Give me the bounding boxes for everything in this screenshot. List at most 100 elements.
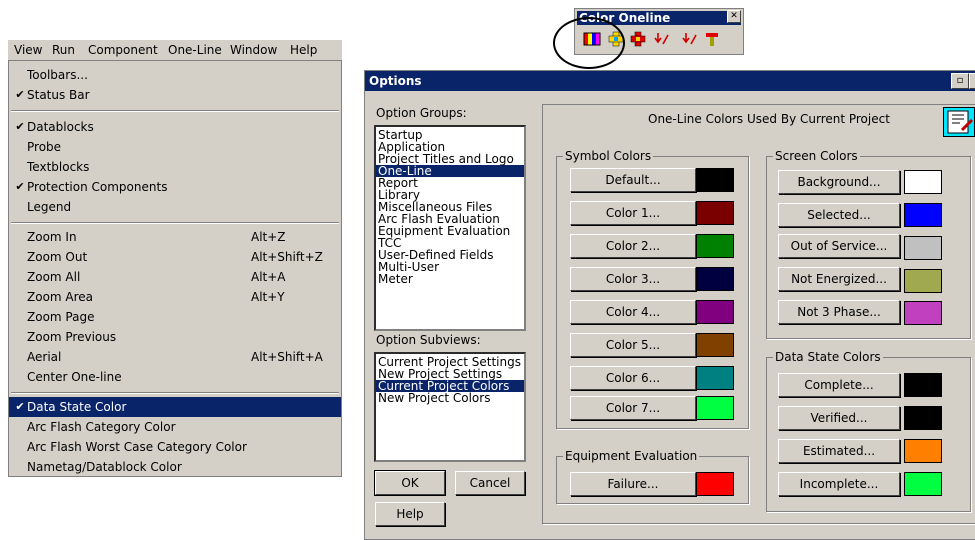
menu-window[interactable]: Window: [230, 43, 277, 57]
group-title: Equipment Evaluation: [563, 449, 700, 463]
menu-view[interactable]: View: [14, 43, 42, 57]
color-2-button[interactable]: Color 2...: [570, 234, 696, 258]
menu-item-zoom-all[interactable]: Zoom All Alt+A: [9, 267, 341, 287]
background-color-swatch: [904, 170, 942, 194]
list-item[interactable]: Meter: [376, 273, 524, 285]
tag-icon[interactable]: [701, 31, 723, 51]
ok-button[interactable]: OK: [374, 470, 446, 496]
verified-color-button[interactable]: Verified...: [778, 406, 900, 430]
menu-item-zoom-out[interactable]: Zoom Out Alt+Shift+Z: [9, 247, 341, 267]
failure-color-button[interactable]: Failure...: [570, 472, 696, 496]
menu-component[interactable]: Component: [88, 43, 158, 57]
out-of-service-color-swatch: [904, 236, 942, 260]
red-arrow-down-icon[interactable]: [651, 31, 673, 51]
option-subviews-list[interactable]: Current Project Settings New Project Set…: [374, 352, 526, 462]
panel-title: One-Line Colors Used By Current Project: [648, 112, 890, 126]
options-dialog: Options ▫ ✕ Option Groups: Startup Appli…: [364, 70, 975, 540]
color-6-button[interactable]: Color 6...: [570, 366, 696, 390]
failure-color-swatch: [696, 472, 734, 496]
option-subviews-label: Option Subviews:: [376, 333, 481, 347]
selected-color-button[interactable]: Selected...: [778, 203, 900, 227]
red-arrow-icon[interactable]: [679, 31, 701, 51]
color-6-swatch: [696, 366, 734, 390]
menu-item-zoom-page[interactable]: Zoom Page: [9, 307, 341, 327]
menu-item-arc-flash-category-color[interactable]: Arc Flash Category Color: [9, 417, 341, 437]
group-title: Data State Colors: [773, 350, 883, 364]
option-groups-list[interactable]: Startup Application Project Titles and L…: [374, 125, 526, 331]
color-settings-icon[interactable]: [943, 107, 975, 137]
menu-item-status-bar[interactable]: ✔ Status Bar: [9, 85, 341, 105]
out-of-service-color-button[interactable]: Out of Service...: [778, 234, 900, 258]
default-color-button[interactable]: Default...: [570, 168, 696, 192]
menu-separator: [11, 222, 339, 224]
help-button[interactable]: Help: [375, 502, 445, 526]
shortcut-text: Alt+Z: [251, 230, 286, 244]
check-icon: ✔: [15, 180, 25, 193]
not-energized-color-swatch: [904, 269, 942, 293]
restore-icon[interactable]: ▫: [951, 73, 969, 89]
shortcut-text: Alt+A: [251, 270, 286, 284]
check-icon: ✔: [15, 400, 25, 413]
shortcut-text: Alt+Y: [251, 290, 285, 304]
incomplete-color-swatch: [904, 472, 942, 496]
highlight-circle: [553, 17, 625, 69]
menu-separator: [11, 392, 339, 394]
menu-item-zoom-previous[interactable]: Zoom Previous: [9, 327, 341, 347]
list-item[interactable]: New Project Colors: [376, 392, 524, 404]
default-color-swatch: [696, 168, 734, 192]
shortcut-text: Alt+Shift+Z: [251, 250, 323, 264]
complete-color-swatch: [904, 373, 942, 397]
complete-color-button[interactable]: Complete...: [778, 373, 900, 397]
background-color-button[interactable]: Background...: [778, 170, 900, 194]
menu-item-data-state-color[interactable]: ✔ Data State Color: [9, 397, 341, 417]
menu-item-nametag-datablock-color[interactable]: Nametag/Datablock Color: [9, 457, 341, 477]
menu-help[interactable]: Help: [290, 43, 317, 57]
cancel-button[interactable]: Cancel: [455, 471, 525, 495]
menu-run[interactable]: Run: [52, 43, 75, 57]
selected-color-swatch: [904, 203, 942, 227]
not-3-phase-color-swatch: [904, 301, 942, 325]
color-3-button[interactable]: Color 3...: [570, 267, 696, 291]
menu-item-probe[interactable]: Probe: [9, 137, 341, 157]
color-2-swatch: [696, 234, 734, 258]
estimated-color-button[interactable]: Estimated...: [778, 439, 900, 463]
color-5-swatch: [696, 333, 734, 357]
color-7-swatch: [696, 396, 734, 420]
menu-item-center-one-line[interactable]: Center One-line: [9, 367, 341, 387]
view-menu-dropdown: Toolbars... ✔ Status Bar ✔ Datablocks Pr…: [8, 60, 342, 477]
menu-item-datablocks[interactable]: ✔ Datablocks: [9, 117, 341, 137]
estimated-color-swatch: [904, 439, 942, 463]
close-icon[interactable]: ✕: [727, 10, 741, 23]
menu-item-zoom-in[interactable]: Zoom In Alt+Z: [9, 227, 341, 247]
menu-item-protection-components[interactable]: ✔ Protection Components: [9, 177, 341, 197]
menu-item-textblocks[interactable]: Textblocks: [9, 157, 341, 177]
menu-bar: View Run Component One-Line Window Help: [8, 40, 342, 61]
shortcut-text: Alt+Shift+A: [251, 350, 323, 364]
menu-one-line[interactable]: One-Line: [168, 43, 222, 57]
cross-red-icon[interactable]: [627, 31, 649, 51]
color-7-button[interactable]: Color 7...: [570, 396, 696, 420]
menu-separator: [11, 110, 339, 112]
menu-item-legend[interactable]: Legend: [9, 197, 341, 217]
not-3-phase-color-button[interactable]: Not 3 Phase...: [778, 300, 900, 324]
menu-item-aerial[interactable]: Aerial Alt+Shift+A: [9, 347, 341, 367]
menu-item-arc-flash-worst-case-category-color[interactable]: Arc Flash Worst Case Category Color: [9, 437, 341, 457]
incomplete-color-button[interactable]: Incomplete...: [778, 472, 900, 496]
verified-color-swatch: [904, 406, 942, 430]
option-groups-label: Option Groups:: [376, 106, 467, 120]
not-energized-color-button[interactable]: Not Energized...: [778, 267, 900, 291]
menu-item-zoom-area[interactable]: Zoom Area Alt+Y: [9, 287, 341, 307]
color-4-button[interactable]: Color 4...: [570, 300, 696, 324]
color-1-swatch: [696, 201, 734, 225]
color-5-button[interactable]: Color 5...: [570, 333, 696, 357]
dialog-title[interactable]: Options: [365, 71, 975, 91]
close-icon[interactable]: ✕: [969, 73, 975, 89]
check-icon: ✔: [15, 88, 25, 101]
group-title: Screen Colors: [773, 149, 860, 163]
color-1-button[interactable]: Color 1...: [570, 201, 696, 225]
menu-item-toolbars[interactable]: Toolbars...: [9, 65, 341, 85]
check-icon: ✔: [15, 120, 25, 133]
color-3-swatch: [696, 267, 734, 291]
color-4-swatch: [696, 300, 734, 324]
group-title: Symbol Colors: [563, 149, 654, 163]
